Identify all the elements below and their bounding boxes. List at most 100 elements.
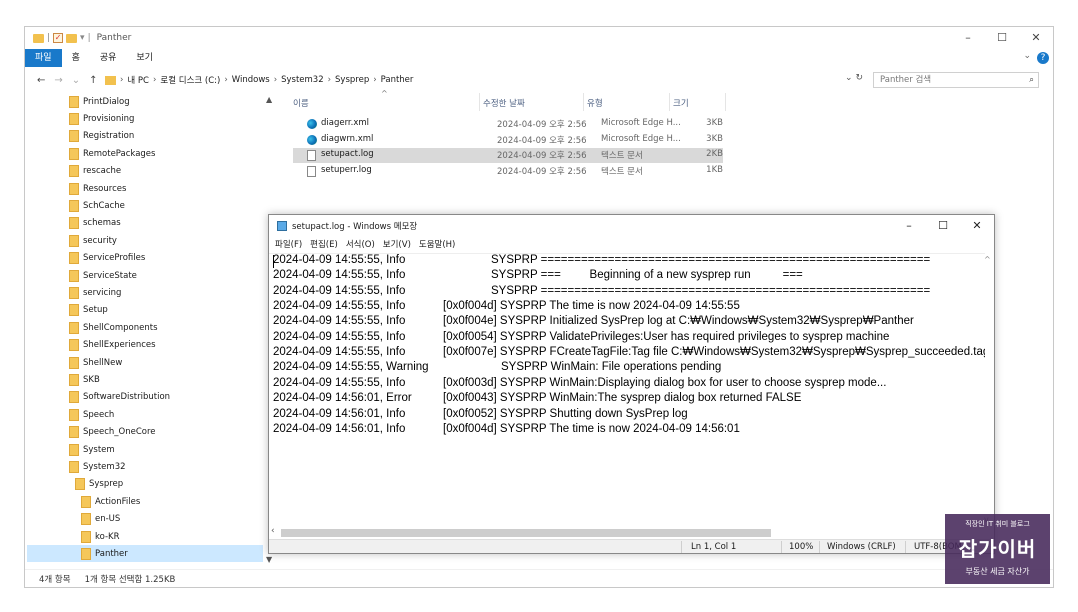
scroll-up-arrow-icon[interactable]: ^ xyxy=(984,255,991,264)
nav-item-serviceprofiles[interactable]: ServiceProfiles xyxy=(69,250,145,267)
close-button[interactable]: ✕ xyxy=(1019,27,1053,49)
tab-home[interactable]: 홈 xyxy=(62,49,90,67)
breadcrumb-sysprep[interactable]: Sysprep xyxy=(335,75,369,85)
nav-item-system32[interactable]: System32 xyxy=(69,458,126,475)
nav-item-system[interactable]: System xyxy=(69,441,115,458)
nav-item-registration[interactable]: Registration xyxy=(69,128,134,145)
nav-item-label: ServiceProfiles xyxy=(83,253,146,264)
nav-item-security[interactable]: security xyxy=(69,232,117,249)
file-name: diagwrn.xml xyxy=(321,133,374,144)
nav-item-servicing[interactable]: servicing xyxy=(69,284,121,301)
nav-item-printdialog[interactable]: PrintDialog xyxy=(69,93,130,110)
folder-icon xyxy=(75,478,85,491)
refresh-icon[interactable]: ⌄ ↻ xyxy=(845,73,863,83)
search-icon: ⌕ xyxy=(1029,75,1034,85)
breadcrumb-this-pc[interactable]: 내 PC xyxy=(127,74,149,86)
menu-format[interactable]: 서식(O) xyxy=(342,237,379,253)
breadcrumb-windows[interactable]: Windows xyxy=(232,75,270,85)
nav-item-provisioning[interactable]: Provisioning xyxy=(69,110,134,127)
maximize-button[interactable]: ☐ xyxy=(985,27,1019,49)
column-header-name[interactable]: 이름 xyxy=(293,97,309,109)
nav-item-shellnew[interactable]: ShellNew xyxy=(69,354,122,371)
scroll-down-arrow-icon[interactable]: ▼ xyxy=(266,555,272,564)
minimize-button[interactable]: – xyxy=(892,215,926,237)
file-type: 텍스트 문서 xyxy=(601,166,643,177)
nav-item-label: en-US xyxy=(95,514,121,525)
menu-help[interactable]: 도움말(H) xyxy=(415,237,459,253)
nav-item-label: rescache xyxy=(83,166,122,177)
file-row[interactable]: diagwrn.xml 2024-04-09 오후 2:56 Microsoft E… xyxy=(293,133,723,148)
help-icon[interactable]: ? xyxy=(1037,52,1049,64)
nav-item-resources[interactable]: Resources xyxy=(69,180,126,197)
tab-share[interactable]: 공유 xyxy=(90,49,127,67)
properties-icon[interactable]: ✓ xyxy=(53,33,64,43)
folder-icon xyxy=(69,217,79,230)
edge-icon xyxy=(307,119,317,129)
address-bar[interactable]: › 내 PC › 로컬 디스크 (C:) › Windows › System3… xyxy=(105,71,869,89)
editor-horizontal-scrollbar[interactable]: ‹ xyxy=(269,526,985,539)
nav-item-ko-kr[interactable]: ko-KR xyxy=(81,528,120,545)
tab-view[interactable]: 보기 xyxy=(126,49,163,67)
nav-item-label: servicing xyxy=(83,287,122,298)
column-header-date[interactable]: 수정한 날짜 xyxy=(483,97,525,109)
nav-item-shellcomponents[interactable]: ShellComponents xyxy=(69,319,158,336)
nav-item-label: System32 xyxy=(83,461,126,472)
nav-item-shellexperiences[interactable]: ShellExperiences xyxy=(69,337,156,354)
scroll-up-arrow-icon[interactable]: ▲ xyxy=(266,95,272,104)
menu-edit[interactable]: 편집(E) xyxy=(306,237,342,253)
nav-item-panther[interactable]: Panther xyxy=(27,545,263,563)
nav-item-sysprep[interactable]: Sysprep xyxy=(75,476,123,493)
editor-vertical-scrollbar[interactable]: ^ v xyxy=(983,253,994,529)
search-input[interactable]: Panther 검색 ⌕ xyxy=(873,72,1039,88)
forward-arrow-icon[interactable]: → xyxy=(54,75,62,86)
log-timestamp: 2024-04-09 14:55:55, Warning xyxy=(273,361,429,374)
file-type: 텍스트 문서 xyxy=(601,151,643,161)
log-message: [0x0f0043] SYSPRP WinMain:The sysprep di… xyxy=(443,392,802,405)
column-header-type[interactable]: 유형 xyxy=(587,97,603,109)
customize-dropdown-icon[interactable]: ▾ xyxy=(80,33,85,43)
breadcrumb-panther[interactable]: Panther xyxy=(381,75,414,85)
nav-item-actionfiles[interactable]: ActionFiles xyxy=(81,493,140,510)
scroll-left-arrow-icon[interactable]: ‹ xyxy=(271,526,275,536)
log-timestamp: 2024-04-09 14:55:55, Info xyxy=(273,254,406,266)
close-button[interactable]: ✕ xyxy=(960,215,994,237)
menu-view[interactable]: 보기(V) xyxy=(379,237,415,253)
nav-item-schcache[interactable]: SchCache xyxy=(69,197,125,214)
menu-file[interactable]: 파일(F) xyxy=(269,237,306,253)
ribbon-expand-icon[interactable]: ⌄ xyxy=(1023,51,1031,61)
cursor-position: Ln 1, Col 1 xyxy=(691,542,737,552)
watermark-logo: 잡가이버 xyxy=(958,537,1037,561)
breadcrumb-system32[interactable]: System32 xyxy=(281,75,324,85)
column-header-size[interactable]: 크기 xyxy=(673,97,689,109)
nav-item-rescache[interactable]: rescache xyxy=(69,163,121,180)
file-row[interactable]: setuperr.log 2024-04-09 오후 2:56 텍스트 문서 1KB xyxy=(293,164,723,179)
new-folder-icon[interactable] xyxy=(66,33,78,43)
file-row[interactable]: diagerr.xml 2024-04-09 오후 2:56 Microsoft E… xyxy=(293,117,723,132)
maximize-button[interactable]: ☐ xyxy=(926,215,960,237)
up-arrow-icon[interactable]: ↑ xyxy=(89,75,97,86)
edge-icon xyxy=(307,134,317,145)
file-size: 1KB xyxy=(706,164,723,175)
minimize-button[interactable]: – xyxy=(951,27,985,49)
nav-item-speech-onecore[interactable]: Speech_OneCore xyxy=(69,424,156,441)
text-editor[interactable]: 2024-04-09 14:55:55, Info SYSPRP ========… xyxy=(269,253,985,527)
nav-item-schemas[interactable]: schemas xyxy=(69,215,121,232)
nav-item-remotepackages[interactable]: RemotePackages xyxy=(69,145,155,162)
nav-item-softwaredistribution[interactable]: SoftwareDistribution xyxy=(69,389,170,406)
nav-item-en-us[interactable]: en-US xyxy=(81,511,120,528)
log-timestamp: 2024-04-09 14:55:55, Info xyxy=(273,269,406,282)
folder-icon xyxy=(69,373,79,386)
recent-dropdown-icon[interactable]: ⌄ xyxy=(72,75,80,86)
file-type: Microsoft Edge H... xyxy=(601,133,681,144)
nav-item-setup[interactable]: Setup xyxy=(69,302,108,319)
file-row[interactable]: setupact.log 2024-04-09 오후 2:56 텍스트 문서 2KB xyxy=(293,148,723,163)
folder-icon xyxy=(69,391,79,404)
breadcrumb-local-disk[interactable]: 로컬 디스크 (C:) xyxy=(160,74,220,86)
horizontal-scroll-thumb[interactable] xyxy=(281,529,771,537)
log-message: [0x0f007e] SYSPRP FCreateTagFile:Tag fil… xyxy=(443,346,985,359)
back-arrow-icon[interactable]: ← xyxy=(37,75,45,86)
nav-item-servicestate[interactable]: ServiceState xyxy=(69,267,137,284)
nav-item-speech[interactable]: Speech xyxy=(69,406,114,423)
tab-file[interactable]: 파일 xyxy=(25,49,62,67)
nav-item-skb[interactable]: SKB xyxy=(69,371,100,388)
